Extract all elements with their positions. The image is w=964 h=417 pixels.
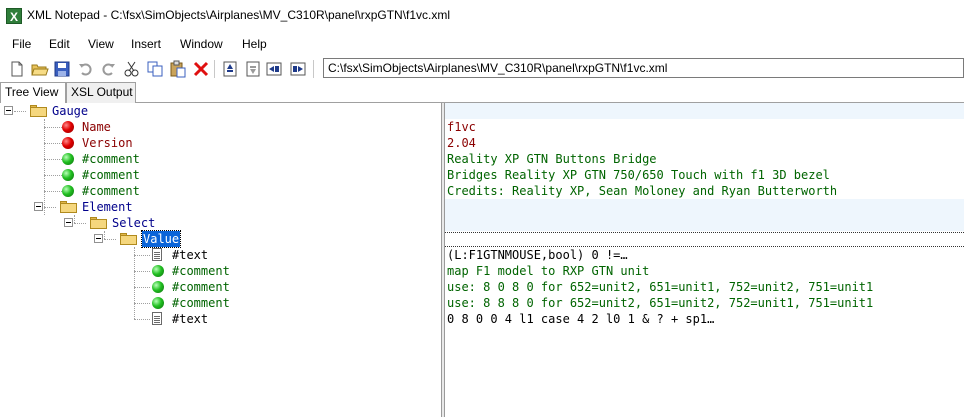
cut-icon[interactable] <box>123 60 141 78</box>
tree-node-label[interactable]: #comment <box>172 263 230 279</box>
copy-icon[interactable] <box>146 60 164 78</box>
value-cell[interactable]: map F1 model to RXP GTN unit <box>445 263 964 279</box>
value-cell[interactable]: use: 8 0 8 0 for 652=unit2, 651=unit1, 7… <box>445 279 964 295</box>
menu-view[interactable]: View <box>88 37 114 51</box>
tree-node-label[interactable]: Name <box>82 119 111 135</box>
tree-node-label[interactable]: Select <box>112 215 155 231</box>
comment-icon <box>62 169 74 181</box>
attribute-icon <box>62 121 74 133</box>
menu-window[interactable]: Window <box>180 37 223 51</box>
window-title: XML Notepad - C:\fsx\SimObjects\Airplane… <box>27 8 451 22</box>
value-cell[interactable]: 2.04 <box>445 135 964 151</box>
comment-icon <box>152 281 164 293</box>
new-icon[interactable] <box>8 60 26 78</box>
open-icon[interactable] <box>31 60 49 78</box>
folder-icon <box>90 217 107 229</box>
comment-icon <box>62 153 74 165</box>
xml-notepad-app-icon: X <box>6 8 22 24</box>
tree-node-label[interactable]: #comment <box>172 279 230 295</box>
value-cell[interactable]: use: 8 8 8 0 for 652=unit2, 651=unit2, 7… <box>445 295 964 311</box>
tree-node-label[interactable]: Gauge <box>52 103 88 119</box>
comment-icon <box>152 297 164 309</box>
tree-node-label[interactable]: #comment <box>82 167 140 183</box>
collapse-toggle-icon[interactable] <box>34 202 43 211</box>
value-cell[interactable] <box>445 103 964 119</box>
address-field[interactable]: C:\fsx\SimObjects\Airplanes\MV_C310R\pan… <box>323 58 964 78</box>
menu-bar: File Edit View Insert Window Help <box>0 33 964 55</box>
undo-icon[interactable] <box>77 60 95 78</box>
tree-node-label[interactable]: #comment <box>172 295 230 311</box>
value-cell[interactable] <box>445 215 964 231</box>
view-tabs: Tree View XSL Output <box>0 82 964 104</box>
tree-pane[interactable]: Gauge Name Version #comment #comment #co… <box>0 103 441 417</box>
redo-icon[interactable] <box>99 60 117 78</box>
collapse-toggle-icon[interactable] <box>64 218 73 227</box>
toolbar-separator <box>313 60 314 78</box>
text-node-icon <box>152 312 162 325</box>
value-pane[interactable]: f1vc 2.04 Reality XP GTN Buttons Bridge … <box>445 103 964 417</box>
focus-indicator <box>445 232 964 233</box>
comment-icon <box>62 185 74 197</box>
nudge-down-icon[interactable] <box>244 60 262 78</box>
nudge-up-icon[interactable] <box>221 60 239 78</box>
value-cell[interactable]: 0 8 0 0 4 l1 case 4 2 l0 1 & ? + sp1… <box>445 311 964 327</box>
attribute-icon <box>62 137 74 149</box>
tab-xsl-output[interactable]: XSL Output <box>66 82 136 103</box>
collapse-toggle-icon[interactable] <box>4 106 13 115</box>
delete-icon[interactable] <box>192 60 210 78</box>
nudge-right-icon[interactable] <box>289 60 307 78</box>
tree-node-label[interactable]: Element <box>82 199 133 215</box>
title-bar: X XML Notepad - C:\fsx\SimObjects\Airpla… <box>0 0 964 31</box>
folder-icon <box>120 233 137 245</box>
value-cell[interactable] <box>445 199 964 215</box>
value-cell[interactable]: Credits: Reality XP, Sean Moloney and Ry… <box>445 183 964 199</box>
menu-file[interactable]: File <box>12 37 31 51</box>
tab-tree-view[interactable]: Tree View <box>0 82 66 104</box>
nudge-left-icon[interactable] <box>265 60 283 78</box>
text-node-icon <box>152 248 162 261</box>
menu-edit[interactable]: Edit <box>49 37 70 51</box>
tree-node-label-selected[interactable]: Value <box>140 230 182 248</box>
tree-node-label[interactable]: #comment <box>82 151 140 167</box>
value-cell[interactable]: f1vc <box>445 119 964 135</box>
tree-node-label[interactable]: #text <box>172 311 208 327</box>
value-cell[interactable]: Reality XP GTN Buttons Bridge <box>445 151 964 167</box>
tree-node-label[interactable]: #comment <box>82 183 140 199</box>
tree-node-label[interactable]: #text <box>172 247 208 263</box>
comment-icon <box>152 265 164 277</box>
save-icon[interactable] <box>53 60 71 78</box>
menu-help[interactable]: Help <box>242 37 267 51</box>
value-cell[interactable]: (L:F1GTNMOUSE,bool) 0 !=… <box>445 247 964 263</box>
folder-icon <box>60 201 77 213</box>
menu-insert[interactable]: Insert <box>131 37 161 51</box>
value-cell[interactable] <box>445 231 964 247</box>
value-cell[interactable]: Bridges Reality XP GTN 750/650 Touch wit… <box>445 167 964 183</box>
paste-icon[interactable] <box>169 60 187 78</box>
tree-node-label[interactable]: Version <box>82 135 133 151</box>
collapse-toggle-icon[interactable] <box>94 234 103 243</box>
folder-icon <box>30 105 47 117</box>
toolbar-separator <box>214 60 215 78</box>
